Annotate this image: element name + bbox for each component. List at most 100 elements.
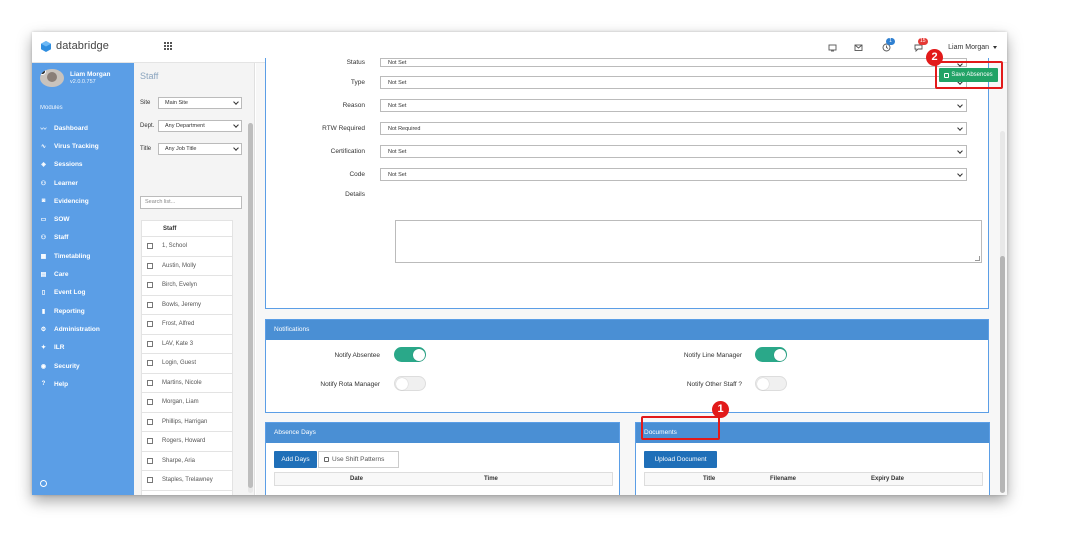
sidebar-item-dashboard[interactable]: 〰 Dashboard bbox=[32, 119, 134, 137]
sidebar-item-evidencing[interactable]: ◙ Evidencing bbox=[32, 192, 134, 210]
staff-list-item[interactable]: Martins, Nicole bbox=[141, 373, 233, 393]
checkbox[interactable] bbox=[147, 399, 153, 406]
checkbox[interactable] bbox=[147, 438, 153, 445]
messages-button[interactable]: 15 bbox=[914, 38, 928, 53]
job-title-select[interactable]: Any Job Title bbox=[158, 143, 242, 155]
code-select[interactable]: Not Set bbox=[380, 168, 967, 181]
staff-name: Login, Guest bbox=[162, 360, 197, 367]
alerts-badge: 1 bbox=[886, 38, 895, 45]
reason-select[interactable]: Not Set bbox=[380, 99, 967, 112]
sidebar-item-label: Staff bbox=[54, 234, 69, 242]
checkbox[interactable] bbox=[147, 243, 153, 250]
staff-list-item[interactable]: Staples, Trelawney bbox=[141, 471, 233, 491]
certification-select[interactable]: Not Set bbox=[380, 145, 967, 158]
sidebar-item-staff[interactable]: ⚇ Staff bbox=[32, 229, 134, 247]
sidebar-item-reporting[interactable]: ▮ Reporting bbox=[32, 302, 134, 320]
sidebar-item-label: Event Log bbox=[54, 289, 86, 297]
checkbox[interactable] bbox=[147, 457, 153, 464]
staff-list-item[interactable]: Phillips, Harrigan bbox=[141, 412, 233, 432]
department-select[interactable]: Any Department bbox=[158, 120, 242, 132]
staff-list-item[interactable]: Rogers, Howard bbox=[141, 432, 233, 452]
staff-name: Phillips, Harrigan bbox=[162, 418, 208, 425]
clipboard-icon: ▯ bbox=[41, 290, 46, 297]
checkbox[interactable] bbox=[147, 262, 153, 269]
chart-line-icon: 〰 bbox=[40, 126, 47, 133]
checkbox[interactable] bbox=[147, 379, 153, 386]
sidebar-item-security[interactable]: ◉ Security bbox=[32, 357, 134, 375]
checkbox[interactable] bbox=[147, 321, 153, 328]
chevron-down-icon bbox=[233, 122, 239, 128]
toggle-knob bbox=[774, 349, 786, 361]
sidebar-item-help[interactable]: ? Help bbox=[32, 375, 134, 393]
apps-grid-icon[interactable] bbox=[164, 42, 172, 50]
logo-text: databridge bbox=[56, 40, 109, 52]
monitor-icon[interactable] bbox=[828, 43, 837, 52]
notify-rota-manager-toggle[interactable] bbox=[394, 376, 426, 391]
user-menu-name: Liam Morgan bbox=[948, 44, 989, 51]
checkbox[interactable] bbox=[147, 340, 153, 347]
staff-list-item[interactable]: Birch, Evelyn bbox=[141, 276, 233, 296]
staff-list-item[interactable]: LAV, Kate 3 bbox=[141, 334, 233, 354]
logo[interactable]: databridge bbox=[41, 40, 109, 52]
staff-list-scrollbar[interactable] bbox=[248, 123, 253, 493]
callout-box-upload bbox=[641, 416, 720, 440]
main-scrollbar[interactable] bbox=[1000, 131, 1005, 493]
sidebar-item-label: Evidencing bbox=[54, 197, 89, 205]
type-select-value: Not Set bbox=[388, 79, 407, 86]
notify-line-manager-toggle[interactable] bbox=[755, 347, 787, 362]
sidebar-item-care[interactable]: ▤ Care bbox=[32, 265, 134, 283]
staff-list-item[interactable]: Bowls, Jeremy bbox=[141, 295, 233, 315]
rtw-select-value: Not Required bbox=[388, 125, 421, 132]
sidebar-item-label: Virus Tracking bbox=[54, 142, 99, 150]
staff-list-item[interactable]: 1, School bbox=[141, 237, 233, 257]
profile-name: Liam Morgan bbox=[70, 71, 111, 78]
power-icon[interactable] bbox=[40, 480, 47, 487]
checkbox[interactable] bbox=[147, 282, 153, 289]
add-days-button[interactable]: Add Days bbox=[274, 451, 317, 468]
code-label: Code bbox=[349, 171, 365, 178]
databridge-logo-icon bbox=[41, 40, 51, 52]
staff-search-input[interactable]: Search list... bbox=[140, 196, 242, 209]
staff-list-item[interactable]: Austin, Molly bbox=[141, 256, 233, 276]
notify-other-staff-toggle[interactable] bbox=[755, 376, 787, 391]
sidebar-item-timetabling[interactable]: ▦ Timetabling bbox=[32, 247, 134, 265]
status-select[interactable]: Not Set bbox=[380, 58, 967, 67]
details-textarea[interactable] bbox=[395, 220, 982, 263]
absence-days-table-header: Date Time bbox=[274, 472, 613, 486]
use-shift-patterns-toggle[interactable]: Use Shift Patterns bbox=[318, 451, 399, 468]
sidebar-item-administration[interactable]: ⚙ Administration bbox=[32, 320, 134, 338]
column-time: Time bbox=[484, 476, 498, 482]
rtw-select[interactable]: Not Required bbox=[380, 122, 967, 135]
staff-list-item[interactable]: Swan, Lisa bbox=[141, 490, 233, 495]
sidebar-item-event-log[interactable]: ▯ Event Log bbox=[32, 284, 134, 302]
sidebar-item-sessions[interactable]: ◈ Sessions bbox=[32, 156, 134, 174]
staff-list-item[interactable]: Frost, Alfred bbox=[141, 315, 233, 335]
certification-select-value: Not Set bbox=[388, 148, 407, 155]
alerts-button[interactable]: 1 bbox=[882, 38, 895, 52]
mail-icon[interactable] bbox=[854, 43, 863, 52]
checkbox[interactable] bbox=[147, 301, 153, 308]
upload-document-button[interactable]: Upload Document bbox=[644, 451, 717, 468]
sidebar-item-ilr[interactable]: ✦ ILR bbox=[32, 339, 134, 357]
checkbox[interactable] bbox=[147, 477, 153, 484]
sidebar-item-virus-tracking[interactable]: ∿ Virus Tracking bbox=[32, 137, 134, 155]
sidebar-item-learner[interactable]: ⚇ Learner bbox=[32, 174, 134, 192]
staff-list-item[interactable]: Morgan, Liam bbox=[141, 393, 233, 413]
notify-absentee-toggle[interactable] bbox=[394, 347, 426, 362]
staff-list-item[interactable]: Login, Guest bbox=[141, 354, 233, 374]
sidebar-item-label: Administration bbox=[54, 325, 100, 333]
notifications-panel: Notifications Notify Absentee Notify Lin… bbox=[265, 319, 989, 413]
absence-form: Status Not Set Type Not Set Reason Not Set … bbox=[265, 58, 989, 309]
notify-other-staff-label: Notify Other Staff ? bbox=[686, 381, 742, 388]
staff-list-item[interactable]: Sharpe, Aria bbox=[141, 451, 233, 471]
sidebar-item-sow[interactable]: ▭ SOW bbox=[32, 210, 134, 228]
user-menu[interactable]: Liam Morgan bbox=[948, 44, 997, 51]
checkbox[interactable] bbox=[147, 418, 153, 425]
type-select[interactable]: Not Set bbox=[380, 76, 967, 89]
profile[interactable]: Liam Morgan v2.0.0.757 bbox=[40, 69, 110, 87]
app-window: databridge 1 15 Liam Morgan Liam Morgan … bbox=[32, 32, 1007, 495]
staff-name: Frost, Alfred bbox=[162, 321, 195, 328]
sidebar-nav: 〰 Dashboard ∿ Virus Tracking ◈ Sessions ⚇ Le… bbox=[32, 119, 134, 393]
checkbox[interactable] bbox=[147, 360, 153, 367]
site-select[interactable]: Main Site bbox=[158, 97, 242, 109]
